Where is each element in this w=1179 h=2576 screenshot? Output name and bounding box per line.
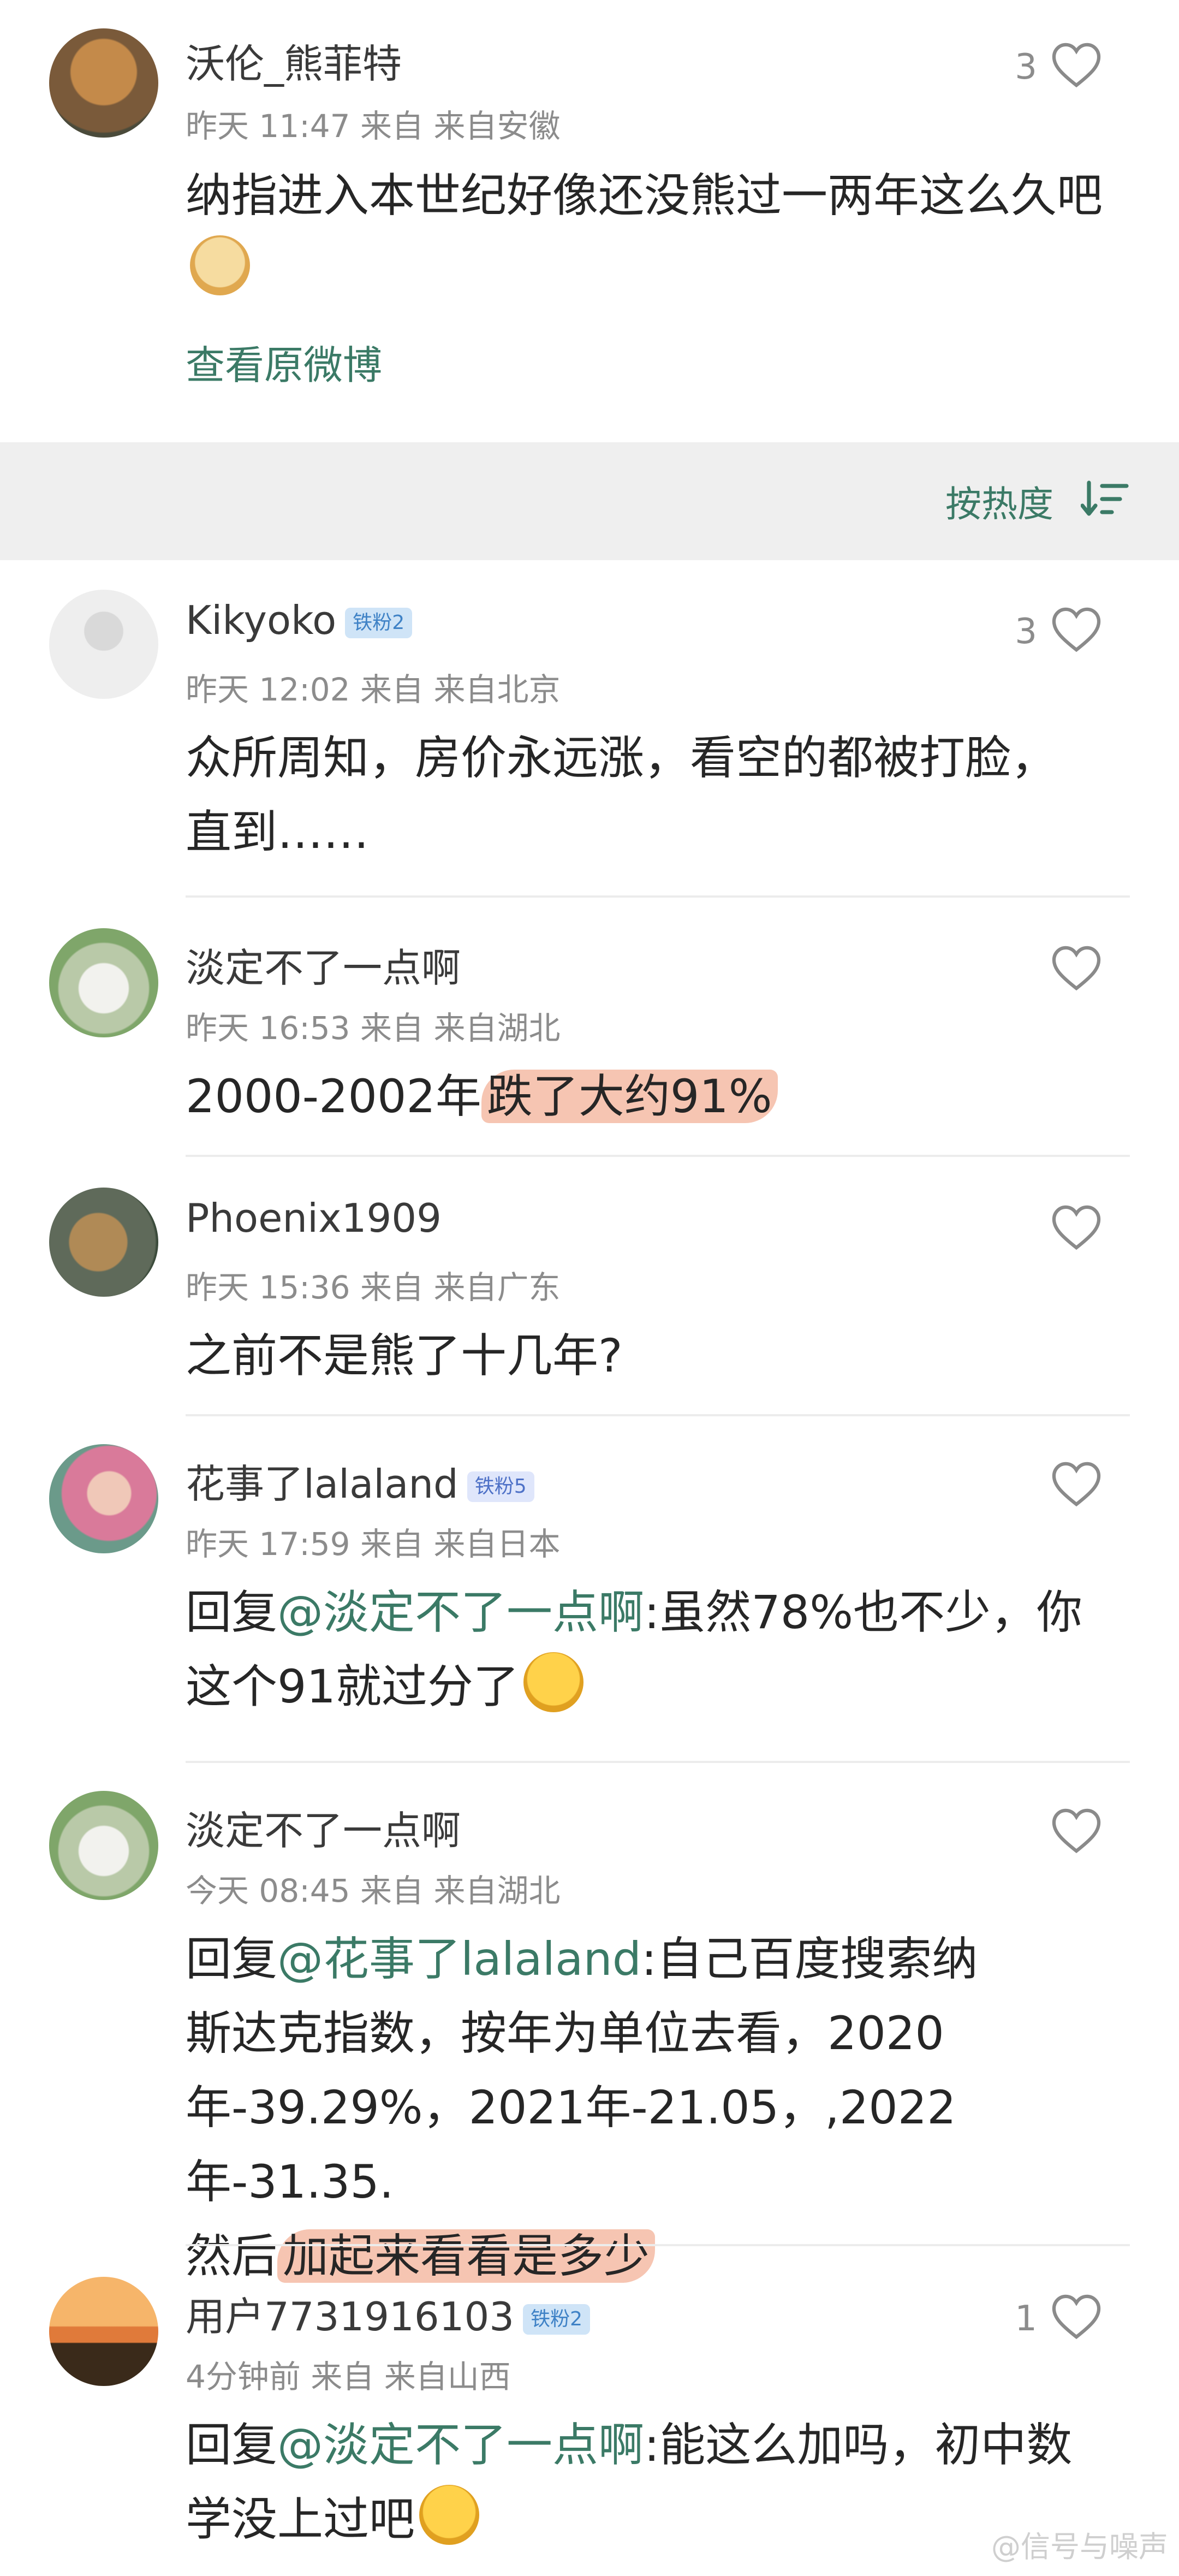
like-count: 3: [1015, 47, 1037, 87]
sort-icon[interactable]: [1081, 479, 1130, 519]
username[interactable]: 花事了lalaland 铁粉5: [186, 1452, 534, 1509]
mention-link[interactable]: @淡定不了一点啊: [277, 2418, 644, 2472]
comment-meta: 今天 08:45 来自 来自湖北: [186, 1872, 561, 1909]
comment-meta: 昨天 17:59 来自 来自日本: [186, 1526, 561, 1563]
avatar[interactable]: [49, 1444, 158, 1553]
avatar[interactable]: [49, 1188, 158, 1297]
avatar[interactable]: [49, 28, 158, 138]
heart-icon[interactable]: [1050, 606, 1103, 653]
like-count: 3: [1015, 612, 1037, 652]
fan-badge: 铁粉5: [467, 1471, 534, 1503]
divider: [186, 1761, 1130, 1763]
view-original-link[interactable]: 查看原微博: [186, 333, 382, 390]
heart-icon[interactable]: [1050, 1807, 1103, 1854]
username[interactable]: 沃伦_熊菲特: [186, 32, 402, 89]
heart-icon[interactable]: [1050, 1204, 1103, 1251]
username[interactable]: 用户7731916103 铁粉2: [186, 2284, 590, 2342]
divider: [186, 2244, 1130, 2246]
heart-icon[interactable]: [1050, 2293, 1103, 2340]
like-count: 1: [1015, 2299, 1037, 2339]
username[interactable]: Kikyoko 铁粉2: [186, 597, 413, 643]
comment-meta: 昨天 16:53 来自 来自湖北: [186, 1010, 561, 1047]
sort-by-hot-button[interactable]: 按热度: [945, 475, 1053, 527]
comment-meta: 昨天 12:02 来自 来自北京: [186, 671, 561, 708]
divider: [186, 1414, 1130, 1416]
avatar[interactable]: [49, 2277, 158, 2386]
comment-text: 2000-2002年 跌了大约91%: [186, 1059, 1135, 1133]
heart-icon[interactable]: [1050, 41, 1103, 88]
comment-text: 回复@淡定不了一点啊:虽然78%也不少，你 这个91就过分了: [186, 1586, 1083, 1713]
heart-icon[interactable]: [1050, 945, 1103, 992]
main-comment: 沃伦_熊菲特 昨天 11:47 来自 来自安徽 3 纳指进入本世纪好像还没熊过一…: [0, 0, 1179, 442]
doge-emoji-icon: [190, 235, 250, 295]
watermark: @信号与噪声: [991, 2530, 1168, 2564]
username[interactable]: 淡定不了一点啊: [186, 936, 461, 993]
mention-link[interactable]: @淡定不了一点啊: [277, 1586, 644, 1639]
avatar[interactable]: [49, 1791, 158, 1900]
avatar[interactable]: [49, 590, 158, 699]
comment-text: 回复@花事了lalaland:自己百度搜索纳 斯达克指数，按年为单位去看，202…: [186, 1932, 978, 2283]
fan-badge: 铁粉2: [523, 2304, 590, 2335]
mention-link[interactable]: @花事了lalaland: [277, 1932, 641, 1986]
comment-text: 众所周知，房价永远涨，看空的都被打脸， 直到……: [186, 731, 1057, 859]
comment-meta: 昨天 11:47 来自 来自安徽: [186, 108, 561, 145]
divider: [186, 895, 1130, 898]
comment-meta: 昨天 15:36 来自 来自广东: [186, 1269, 561, 1306]
avatar[interactable]: [49, 928, 158, 1037]
laughing-emoji-icon: [523, 1652, 583, 1712]
crying-emoji-icon: [419, 2485, 480, 2545]
fan-badge: 铁粉2: [345, 608, 413, 639]
comment-meta: 4分钟前 来自 来自山西: [186, 2358, 511, 2395]
username[interactable]: 淡定不了一点啊: [186, 1799, 461, 1856]
comment-text: 纳指进入本世纪好像还没熊过一两年这么久吧: [186, 158, 1135, 307]
heart-icon[interactable]: [1050, 1461, 1103, 1507]
username[interactable]: Phoenix1909: [186, 1195, 442, 1241]
divider: [186, 1155, 1130, 1157]
comment-text: 之前不是熊了十几年?: [186, 1329, 623, 1382]
highlight-mark: 加起来看看是多少: [277, 2229, 656, 2283]
highlight-mark: 跌了大约91%: [481, 1070, 778, 1123]
